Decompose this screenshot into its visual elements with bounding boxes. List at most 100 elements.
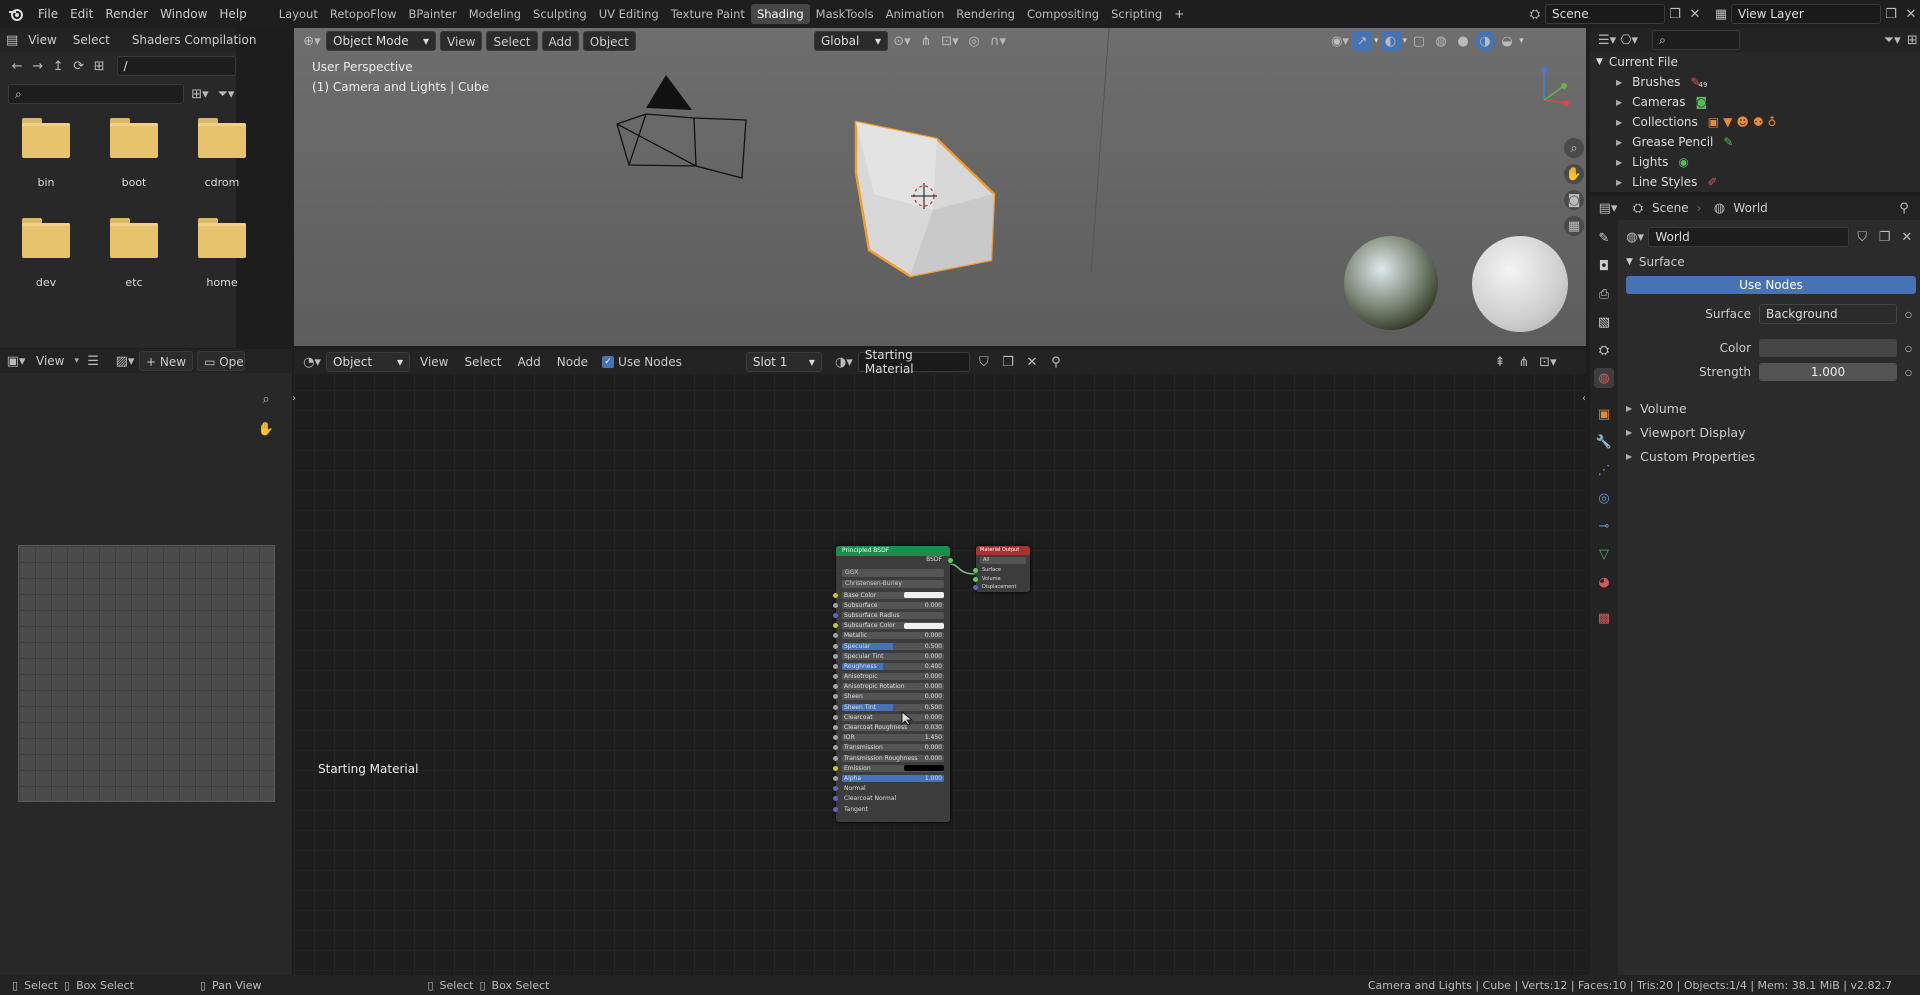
- texture-tab-icon[interactable]: ▩: [1594, 608, 1614, 628]
- strength-field[interactable]: 1.000: [1759, 363, 1898, 381]
- tab-scripting[interactable]: Scripting: [1105, 4, 1168, 24]
- new-folder-icon[interactable]: ⊞: [90, 56, 109, 76]
- socket-dot-icon[interactable]: ○: [1905, 310, 1912, 319]
- zoom-icon[interactable]: ⌕: [1564, 138, 1584, 158]
- expand-arrow-icon[interactable]: ▶: [1616, 178, 1622, 187]
- collection-child-icon[interactable]: ▼: [1723, 115, 1732, 129]
- bsdf-input-row[interactable]: Specular 0.500: [833, 641, 950, 651]
- socket-dot-icon[interactable]: ○: [1905, 368, 1912, 377]
- view-layer-selector[interactable]: View Layer: [1731, 4, 1881, 24]
- tab-texture-paint[interactable]: Texture Paint: [665, 4, 751, 24]
- constraints-tab-icon[interactable]: ⊸: [1594, 516, 1614, 536]
- input-socket-icon[interactable]: [833, 633, 838, 639]
- view-layer-icon[interactable]: ▦: [1711, 4, 1731, 24]
- color-swatch[interactable]: [1759, 339, 1898, 357]
- panel-volume[interactable]: ▶ Volume: [1626, 396, 1916, 420]
- menu-icon[interactable]: ☰: [83, 351, 103, 371]
- modifier-tab-icon[interactable]: 🔧: [1594, 432, 1614, 452]
- expand-arrow-icon[interactable]: ▶: [1616, 118, 1622, 127]
- output-socket-icon[interactable]: [948, 558, 953, 563]
- particles-tab-icon[interactable]: ⋰: [1594, 460, 1614, 480]
- tool-tab-icon[interactable]: ✎: [1594, 228, 1614, 248]
- input-socket-icon[interactable]: [833, 643, 838, 649]
- expand-arrow-icon[interactable]: ▼: [1596, 57, 1603, 67]
- world-browse-icon[interactable]: ◍▾: [1626, 227, 1644, 247]
- input-socket-icon[interactable]: [973, 576, 978, 582]
- input-socket-icon[interactable]: [833, 786, 838, 792]
- duplicate-world-icon[interactable]: ❐: [1875, 227, 1893, 247]
- color-swatch[interactable]: [904, 592, 944, 599]
- material-tab-icon[interactable]: ◕: [1594, 572, 1614, 592]
- editor-type-icon[interactable]: ▤▾: [1598, 198, 1618, 218]
- menu-window[interactable]: Window: [154, 4, 213, 24]
- panel-custom-properties[interactable]: ▶ Custom Properties: [1626, 444, 1916, 468]
- path-field[interactable]: /: [116, 56, 236, 76]
- bsdf-input-row[interactable]: Anisotropic 0.000: [833, 672, 950, 682]
- subsurface-method-dropdown[interactable]: Christensen-Burley: [842, 580, 944, 588]
- input-socket-icon[interactable]: [833, 725, 838, 731]
- bsdf-input-row[interactable]: Clearcoat Roughness 0.030: [833, 722, 950, 732]
- menu-render[interactable]: Render: [99, 4, 154, 24]
- display-mode-icon[interactable]: ⎔▾: [1620, 30, 1638, 50]
- input-socket-icon[interactable]: [973, 568, 978, 573]
- bsdf-input-row[interactable]: Clearcoat 0.000: [833, 712, 950, 722]
- input-socket-icon[interactable]: [973, 585, 978, 590]
- pan-hand-icon[interactable]: ✋: [1564, 164, 1584, 184]
- outliner-item-grease-pencil[interactable]: ▶ Grease Pencil ✎: [1590, 132, 1920, 152]
- bsdf-input-row[interactable]: Roughness 0.400: [833, 661, 950, 671]
- view-dropdown[interactable]: View: [30, 351, 70, 371]
- bsdf-input-row[interactable]: Sheen Tint 0.500: [833, 702, 950, 712]
- bsdf-input-row[interactable]: Anisotropic Rotation 0.000: [833, 682, 950, 692]
- physics-tab-icon[interactable]: ◎: [1594, 488, 1614, 508]
- bsdf-input-row[interactable]: IOR 1.450: [833, 733, 950, 743]
- folder-item[interactable]: etc: [110, 218, 158, 289]
- camera-view-icon[interactable]: ◙: [1564, 190, 1584, 210]
- 3d-viewport[interactable]: ⊕▾ Object Mode ▾ View Select Add Object G…: [294, 28, 1586, 346]
- tab-sculpting[interactable]: Sculpting: [527, 4, 593, 24]
- bsdf-input-row[interactable]: Alpha 1.000: [833, 773, 950, 783]
- surface-panel-header[interactable]: ▼ Surface: [1626, 250, 1916, 274]
- input-socket-icon[interactable]: [833, 796, 838, 802]
- input-socket-icon[interactable]: [833, 602, 838, 608]
- fake-user-shield-icon[interactable]: ⛉: [1853, 227, 1871, 247]
- folder-item[interactable]: home: [198, 218, 246, 289]
- collection-child-icon[interactable]: ⚉: [1753, 115, 1764, 129]
- use-nodes-button[interactable]: Use Nodes: [1626, 276, 1916, 294]
- editor-type-icon[interactable]: ▤: [6, 30, 18, 50]
- input-socket-icon[interactable]: [833, 745, 838, 751]
- remove-view-layer-icon[interactable]: ✕: [1901, 4, 1920, 24]
- output-tab-icon[interactable]: ⎙: [1594, 284, 1614, 304]
- open-image-button[interactable]: ▭ Open: [197, 351, 246, 371]
- tab-compositing[interactable]: Compositing: [1021, 4, 1105, 24]
- output-target-dropdown[interactable]: All: [980, 557, 1026, 564]
- file-search-input[interactable]: ⌕: [8, 84, 184, 104]
- input-socket-icon[interactable]: [833, 623, 838, 629]
- outliner-search-input[interactable]: ⌕: [1652, 30, 1740, 50]
- input-socket-icon[interactable]: [833, 684, 838, 690]
- tab-bpainter[interactable]: BPainter: [403, 4, 463, 24]
- tab-modeling[interactable]: Modeling: [463, 4, 527, 24]
- new-image-button[interactable]: + New: [139, 351, 194, 371]
- expand-arrow-icon[interactable]: ▶: [1616, 158, 1622, 167]
- tree-root[interactable]: ▼ Current File: [1590, 52, 1920, 72]
- node-editor[interactable]: ◔▾ Object ▾ View Select Add Node ✓ Use Nod…: [292, 348, 1586, 977]
- editor-type-icon[interactable]: ☰▾: [1598, 30, 1616, 50]
- folder-item[interactable]: dev: [22, 218, 70, 289]
- principled-bsdf-node[interactable]: Principled BSDF BSDF GGX Christensen-Bur…: [833, 546, 953, 822]
- input-socket-icon[interactable]: [833, 775, 838, 781]
- zoom-icon[interactable]: ⌕: [256, 389, 276, 409]
- input-socket-icon[interactable]: [833, 663, 838, 669]
- view-menu[interactable]: View: [22, 30, 62, 50]
- material-output-node[interactable]: Material Output All Surface Volume Displac…: [973, 546, 1030, 592]
- unlink-world-icon[interactable]: ✕: [1898, 227, 1916, 247]
- pin-icon[interactable]: ⚲: [1894, 198, 1914, 218]
- input-socket-icon[interactable]: [833, 612, 838, 618]
- collection-child-icon[interactable]: ☻: [1736, 115, 1749, 129]
- input-socket-icon[interactable]: [833, 704, 838, 710]
- scene-selector[interactable]: Scene: [1545, 4, 1665, 24]
- expand-arrow-icon[interactable]: ▶: [1616, 98, 1622, 107]
- outliner-item-line-styles[interactable]: ▶ Line Styles ✐: [1590, 172, 1920, 192]
- bsdf-input-row[interactable]: Base Color: [833, 590, 950, 600]
- world-tab-icon[interactable]: ◍: [1594, 368, 1614, 388]
- tab-rendering[interactable]: Rendering: [950, 4, 1021, 24]
